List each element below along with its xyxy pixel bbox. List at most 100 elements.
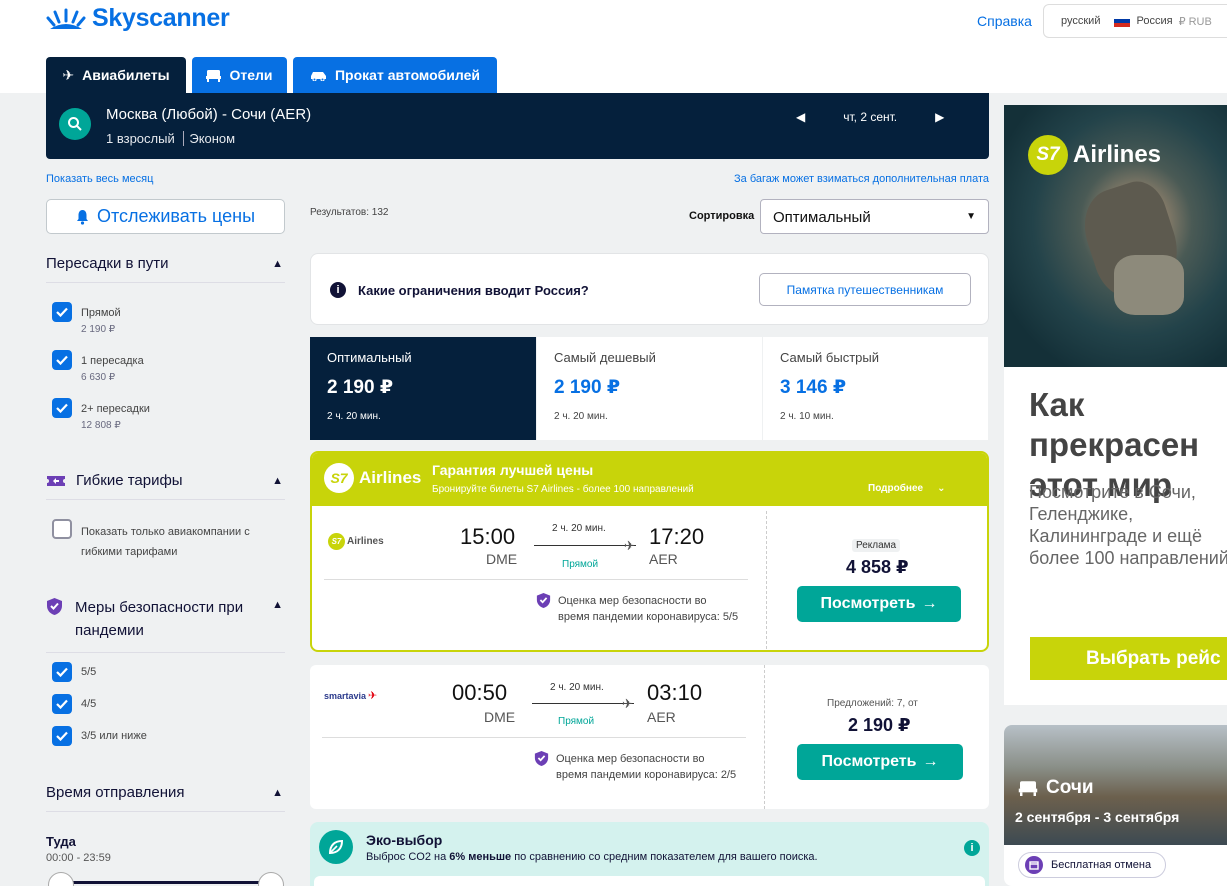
departure-range: 00:00 - 23:59 [46,852,111,864]
s7-logo-mark: S7 [324,463,354,493]
departure-airport: DME [486,551,518,567]
prev-date-arrow-icon[interactable]: ◀ [796,110,805,124]
slider-handle-end[interactable] [258,872,284,886]
flight-duration: 2 ч. 20 мин. [552,523,606,534]
show-whole-month-link[interactable]: Показать весь месяц [46,173,153,185]
traveller-memo-button[interactable]: Памятка путешественникам [759,273,971,306]
hotel-city-name: Сочи [1046,777,1094,798]
search-icon[interactable] [59,108,91,140]
checkbox-flex-fares[interactable] [52,519,72,539]
arrival-airport: AER [649,551,678,567]
offers-count: Предложений: 7, от [827,698,918,709]
tab-hotels[interactable]: Отели [192,57,287,93]
checkbox-safety-3-or-lower[interactable] [52,726,72,746]
flight-price: 2 190 ₽ [848,715,911,735]
flight-line [532,703,634,704]
skyscanner-logo[interactable]: Skyscanner [46,4,230,33]
departure-time-title: Время отправления [46,784,185,801]
sort-select[interactable]: Оптимальный ▼ [760,199,989,234]
chevron-up-icon[interactable]: ▲ [272,599,283,611]
s7-promo-card[interactable]: S7 Airlines Гарантия лучшей цены Брониру… [310,451,989,652]
sort-tab-cheapest[interactable]: Самый дешевый 2 190 ₽ 2 ч. 20 мин. [537,337,762,440]
checkbox-safety-4[interactable] [52,694,72,714]
help-link[interactable]: Справка [977,13,1032,29]
s7-advertisement[interactable]: S7 Airlines Как прекрасен этот мир Посмо… [1004,105,1227,705]
track-prices-button[interactable]: Отслеживать цены [46,199,285,234]
ad-cta-button[interactable]: Выбрать рейс [1030,637,1227,680]
safety-filter-header[interactable]: Меры безопасности при пандемии ▲ [46,596,285,653]
checkmark-icon [56,731,68,741]
baggage-fee-link[interactable]: За багаж может взиматься дополнительная … [734,173,989,185]
flight-price: 4 858 ₽ [846,557,909,577]
chevron-up-icon[interactable]: ▲ [272,787,283,799]
ad-body: Посмотрите в Сочи, Геленджике, Калинингр… [1029,482,1227,568]
eco-choice-card[interactable]: Эко-выбор Выброс CO2 на 6% меньше по сра… [310,822,989,886]
checkbox-one-stop[interactable] [52,350,72,370]
sort-tab-duration: 2 ч. 20 мин. [327,411,381,422]
caret-down-icon: ▼ [966,211,976,222]
leaf-icon [319,830,353,864]
tab-flights[interactable]: ✈ Авиабилеты [46,57,186,93]
next-date-arrow-icon[interactable]: ▶ [935,110,944,124]
card-divider [764,665,765,809]
view-deal-button[interactable]: Посмотреть → [797,586,961,622]
sunrise-icon [46,8,86,29]
locale-selector[interactable]: русский Россия ₽ RUB [1043,4,1227,38]
s7-promo-more[interactable]: Подробнее ⌄ [868,483,945,494]
checkbox-safety-5[interactable] [52,662,72,682]
passengers-count: 1 взрослый [106,131,175,146]
results-count: Результатов: 132 [310,207,389,218]
checkbox-two-plus-stops[interactable] [52,398,72,418]
flex-fares-title-wrap: Гибкие тарифы [46,472,183,489]
flex-fares-label: Показать только авиакомпании с гибкими т… [81,526,250,558]
slider-handle-start[interactable] [48,872,74,886]
stops-filter-header[interactable]: Пересадки в пути ▲ [46,255,285,283]
tab-hotels-label: Отели [229,67,273,83]
flight-airline-logo: S7 Airlines [328,533,384,550]
hotel-suggestion-card[interactable]: Сочи 2 сентября - 3 сентября Бесплатная … [1004,725,1227,886]
stops-two-plus-price: 12 808 ₽ [81,420,121,431]
chevron-down-icon: ⌄ [937,483,946,494]
arrow-right-icon: → [921,595,938,612]
chevron-up-icon[interactable]: ▲ [272,258,283,270]
next-card-edge [314,876,985,886]
tab-car-hire[interactable]: Прокат автомобилей [293,57,497,93]
flight-airline-logo: smartavia ✈ [324,689,377,702]
eco-title: Эко-выбор [366,832,443,848]
free-cancellation-badge: Бесплатная отмена [1018,852,1167,878]
stops-filter-title: Пересадки в пути [46,255,169,272]
card-divider [766,511,767,650]
sort-tab-best[interactable]: Оптимальный 2 190 ₽ 2 ч. 20 мин. [310,337,536,440]
departure-time-filter-header[interactable]: Время отправления ▲ [46,784,285,812]
sort-tab-fastest[interactable]: Самый быстрый 3 146 ₽ 2 ч. 10 мин. [763,337,988,440]
info-icon[interactable]: i [964,840,980,856]
view-deal-button[interactable]: Посмотреть → [797,744,963,780]
checkmark-icon [56,403,68,413]
chevron-up-icon[interactable]: ▲ [272,475,283,487]
flex-fares-filter-header[interactable]: Гибкие тарифы ▲ [46,472,285,500]
bell-icon [76,209,88,225]
flight-stops: Прямой [558,716,595,727]
eco-text-after: по сравнению со средним показателем для … [511,851,818,863]
view-deal-label: Посмотреть [821,753,917,770]
s7-promo-title: Гарантия лучшей цены [432,462,594,478]
flight-card-smartavia[interactable]: smartavia ✈ 00:50 DME 2 ч. 20 мин. ✈ Пря… [310,665,989,809]
sort-tab-label: Самый быстрый [780,350,879,365]
flight-line [534,545,636,546]
s7-promo-subtitle: Бронируйте билеты S7 Airlines - более 10… [432,484,694,495]
checkbox-direct[interactable] [52,302,72,322]
stops-one-price: 6 630 ₽ [81,372,116,383]
departure-slider-track[interactable] [60,881,272,884]
bed-icon [206,69,222,82]
search-summary-bar[interactable]: Москва (Любой) - Сочи (AER) 1 взрослый Э… [46,93,989,159]
outbound-label: Туда [46,834,76,849]
airline-name: smartavia [324,690,367,701]
selected-date[interactable]: чт, 2 сент. [843,110,897,124]
sort-tab-label: Оптимальный [327,350,412,365]
shield-icon [536,593,551,608]
car-icon [310,71,326,81]
divider [324,579,748,580]
safety-4-label: 4/5 [81,698,97,710]
safety-title-wrap: Меры безопасности при пандемии [46,596,265,642]
stops-two-plus-label: 2+ пересадки [81,403,150,415]
